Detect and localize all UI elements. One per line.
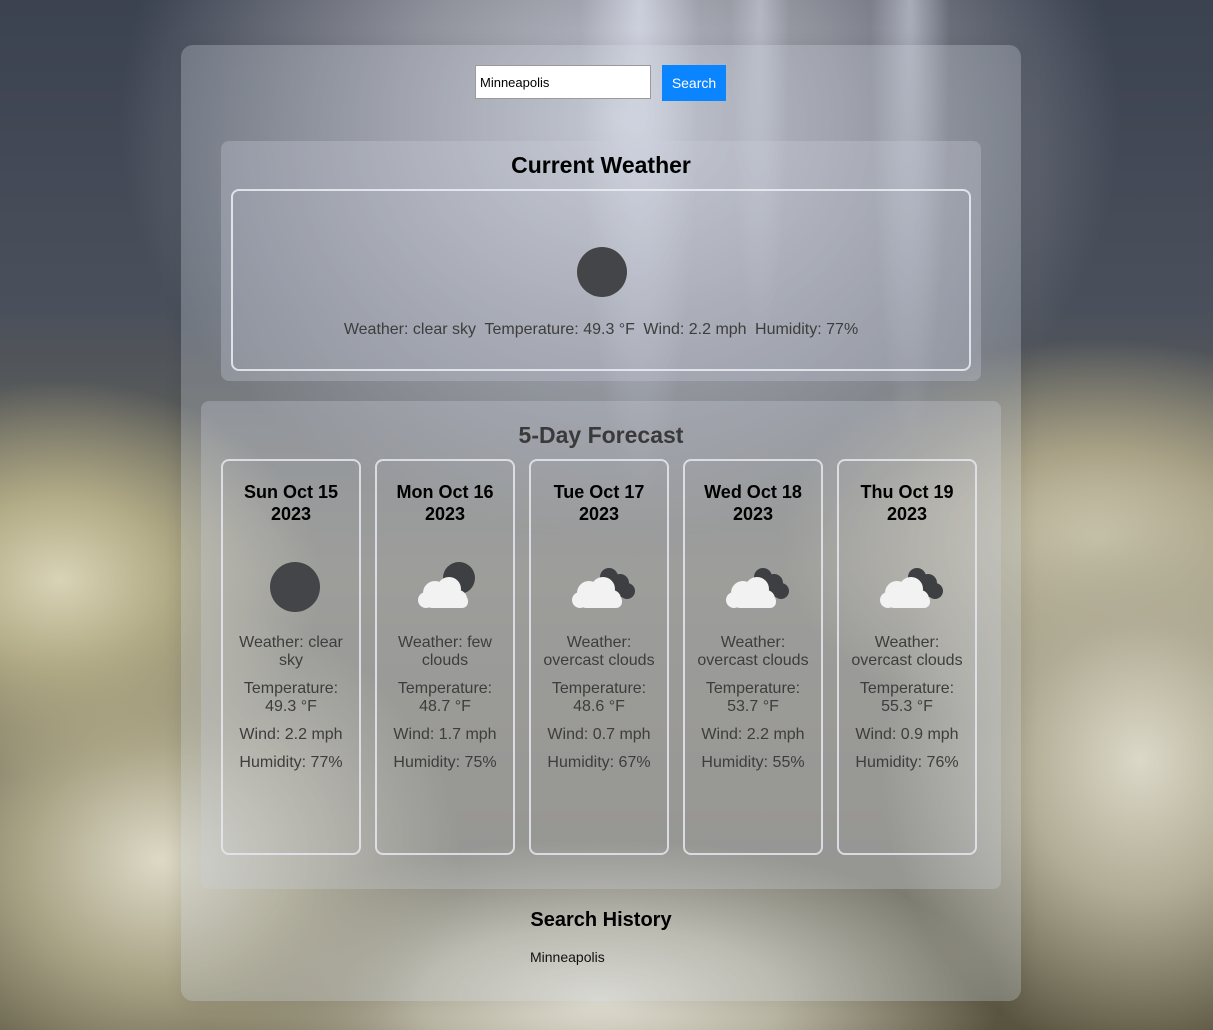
current-weather-condition: Weather: clear sky [343, 321, 477, 338]
forecast-condition: Weather: overcast clouds [851, 634, 963, 669]
forecast-title: 5-Day Forecast [518, 422, 684, 448]
forecast-condition: Weather: overcast clouds [697, 634, 809, 669]
forecast-humidity: Humidity: 76% [855, 754, 959, 771]
forecast-card: Tue Oct 17 2023 Weather: overcast clouds… [529, 459, 669, 855]
current-weather-card: Weather: clear sky Temperature: 49.3 °F … [231, 189, 971, 371]
forecast-wind: Wind: 0.7 mph [547, 726, 651, 743]
current-temperature: Temperature: 49.3 °F [484, 321, 635, 338]
forecast-date: Tue Oct 17 2023 [553, 482, 645, 524]
search-history-title: Search History [530, 909, 672, 931]
forecast-details: Weather: clear sky Temperature: 49.3 °F … [231, 634, 351, 782]
current-humidity: Humidity: 77% [755, 321, 859, 338]
forecast-card: Thu Oct 19 2023 Weather: overcast clouds… [837, 459, 977, 855]
forecast-panel: 5-Day Forecast Sun Oct 15 2023 Weather: … [201, 401, 1001, 889]
forecast-wind: Wind: 2.2 mph [239, 726, 343, 743]
forecast-wind: Wind: 2.2 mph [701, 726, 805, 743]
forecast-card: Mon Oct 16 2023 Weather: few clouds Temp… [375, 459, 515, 855]
forecast-temperature: Temperature: 53.7 °F [705, 680, 801, 715]
moon-clear-icon [270, 562, 320, 612]
forecast-condition: Weather: few clouds [398, 634, 492, 669]
current-weather-details: Weather: clear sky Temperature: 49.3 °F … [233, 321, 969, 339]
forecast-wind: Wind: 1.7 mph [393, 726, 497, 743]
few-clouds-night-icon [418, 562, 475, 608]
forecast-date: Mon Oct 16 2023 [396, 482, 494, 524]
overcast-clouds-icon [726, 568, 789, 608]
forecast-wind: Wind: 0.9 mph [855, 726, 959, 743]
forecast-temperature: Temperature: 48.7 °F [397, 680, 493, 715]
city-search-input[interactable] [475, 65, 651, 99]
overcast-clouds-icon [880, 568, 943, 608]
forecast-date: Wed Oct 18 2023 [704, 482, 802, 524]
forecast-temperature: Temperature: 55.3 °F [859, 680, 955, 715]
forecast-temperature: Temperature: 49.3 °F [243, 680, 339, 715]
forecast-card: Wed Oct 18 2023 Weather: overcast clouds… [683, 459, 823, 855]
forecast-humidity: Humidity: 67% [547, 754, 651, 771]
forecast-details: Weather: few clouds Temperature: 48.7 °F… [385, 634, 505, 782]
forecast-humidity: Humidity: 77% [239, 754, 343, 771]
forecast-date: Thu Oct 19 2023 [860, 482, 954, 524]
forecast-details: Weather: overcast clouds Temperature: 53… [693, 634, 813, 782]
overcast-clouds-icon [572, 568, 635, 608]
current-weather-panel: Current Weather Weather: clear sky Tempe… [221, 141, 981, 381]
forecast-temperature: Temperature: 48.6 °F [551, 680, 647, 715]
forecast-humidity: Humidity: 75% [393, 754, 497, 771]
current-wind: Wind: 2.2 mph [643, 321, 747, 338]
search-button[interactable]: Search [662, 65, 726, 101]
search-history-item[interactable]: Minneapolis [530, 949, 605, 965]
current-weather-title: Current Weather [511, 152, 691, 178]
forecast-date: Sun Oct 15 2023 [243, 482, 339, 524]
weather-app-container: Search Current Weather Weather: clear sk… [181, 45, 1021, 1001]
forecast-card: Sun Oct 15 2023 Weather: clear sky Tempe… [221, 459, 361, 855]
moon-clear-icon [577, 247, 627, 297]
forecast-details: Weather: overcast clouds Temperature: 55… [847, 634, 967, 782]
forecast-humidity: Humidity: 55% [701, 754, 805, 771]
forecast-condition: Weather: overcast clouds [543, 634, 655, 669]
forecast-condition: Weather: clear sky [239, 634, 343, 669]
forecast-details: Weather: overcast clouds Temperature: 48… [539, 634, 659, 782]
